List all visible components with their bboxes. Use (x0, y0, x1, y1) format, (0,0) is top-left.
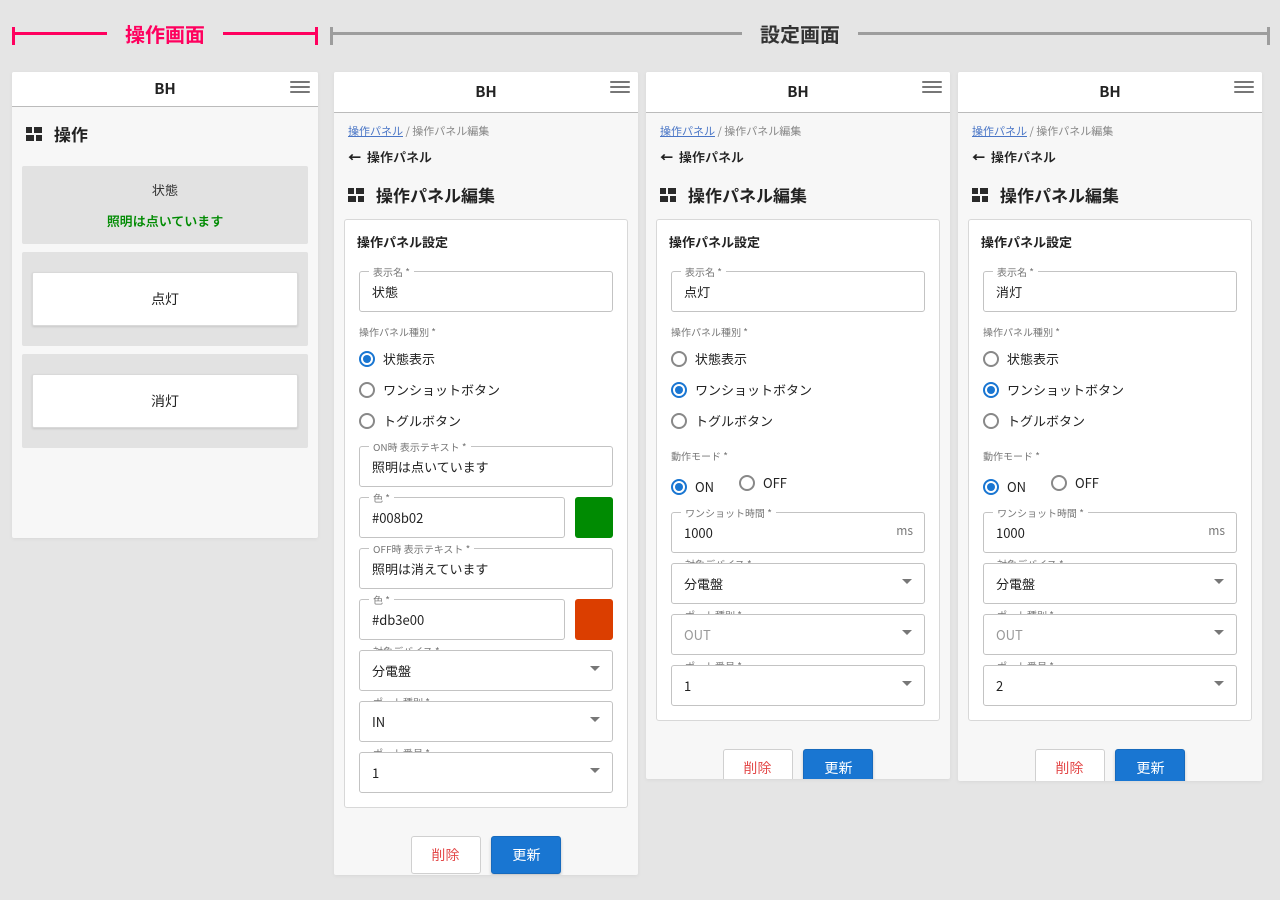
radio-oneshot[interactable]: ワンショットボタン (983, 380, 1124, 399)
menu-icon[interactable] (1234, 86, 1254, 98)
status-title: 状態 (32, 180, 298, 199)
radio-status[interactable]: 状態表示 (671, 349, 747, 368)
breadcrumb-leaf: 操作パネル編集 (412, 123, 489, 139)
delete-button[interactable]: 削除 (1035, 749, 1105, 781)
dashboard-icon (972, 188, 990, 202)
port-type-select[interactable]: OUT (671, 614, 925, 655)
target-device-select[interactable]: 分電盤 (983, 563, 1237, 604)
panel-type-label: 操作パネル種別 * (983, 324, 1237, 339)
appbar: BH (334, 72, 638, 113)
page-title: 操作パネル編集 (376, 182, 495, 207)
mode-radios: ON OFF (983, 467, 1237, 502)
panel-settings-title: 操作パネル設定 (345, 220, 627, 261)
oneshot-button[interactable]: 消灯 (32, 374, 298, 428)
target-device-select[interactable]: 分電盤 (359, 650, 613, 691)
menu-icon[interactable] (922, 86, 942, 98)
panel-settings-box: 操作パネル設定 表示名 *状態 操作パネル種別 * 状態表示 ワンショットボタン… (344, 219, 628, 808)
appbar: BH (958, 72, 1262, 113)
cell-settings-oneshot-on: BH 操作パネル / 操作パネル編集 ←操作パネル 操作パネル編集 操作パネル設… (646, 72, 950, 779)
panel-type-radios: 状態表示 ワンショットボタン トグルボタン (359, 343, 613, 436)
page-title: 操作 (54, 121, 88, 146)
update-button[interactable]: 更新 (1115, 749, 1185, 781)
page-title: 操作パネル編集 (688, 182, 807, 207)
panel-settings-box: 操作パネル設定 表示名 *点灯 操作パネル種別 * 状態表示 ワンショットボタン… (656, 219, 940, 721)
panel-type-label: 操作パネル種別 * (359, 324, 613, 339)
panel-type-label: 操作パネル種別 * (671, 324, 925, 339)
port-no-select[interactable]: 1 (671, 665, 925, 706)
radio-status[interactable]: 状態表示 (359, 349, 435, 368)
off-color-swatch[interactable] (575, 599, 613, 640)
breadcrumb-root[interactable]: 操作パネル (660, 123, 715, 139)
breadcrumb-leaf: 操作パネル編集 (1036, 123, 1113, 139)
config-group-label: 設定画面 (742, 19, 858, 48)
radio-toggle[interactable]: トグルボタン (359, 411, 461, 430)
radio-oneshot[interactable]: ワンショットボタン (671, 380, 812, 399)
port-type-select[interactable]: IN (359, 701, 613, 742)
breadcrumb-root[interactable]: 操作パネル (972, 123, 1027, 139)
config-group-header: 設定画面 (330, 12, 1270, 52)
target-device-select[interactable]: 分電盤 (671, 563, 925, 604)
radio-toggle[interactable]: トグルボタン (671, 411, 773, 430)
appbar: BH (12, 72, 318, 107)
back-link[interactable]: ←操作パネル (958, 141, 1262, 176)
brand: BH (475, 81, 497, 102)
status-text: 照明は点いています (32, 211, 298, 230)
update-button[interactable]: 更新 (803, 749, 873, 779)
breadcrumb: 操作パネル / 操作パネル編集 (958, 113, 1262, 141)
menu-icon[interactable] (290, 86, 310, 98)
breadcrumb-root[interactable]: 操作パネル (348, 123, 403, 139)
radio-mode-on[interactable]: ON (671, 477, 714, 496)
arrow-left-icon: ← (348, 147, 361, 166)
panel-settings-box: 操作パネル設定 表示名 *消灯 操作パネル種別 * 状態表示 ワンショットボタン… (968, 219, 1252, 721)
mode-label: 動作モード * (983, 448, 1237, 463)
dashboard-icon (348, 188, 366, 202)
back-link[interactable]: ←操作パネル (646, 141, 950, 176)
radio-mode-off[interactable]: OFF (739, 473, 787, 492)
page-title: 操作パネル編集 (1000, 182, 1119, 207)
ms-suffix: ms (1208, 522, 1225, 539)
radio-toggle[interactable]: トグルボタン (983, 411, 1085, 430)
brand: BH (787, 81, 809, 102)
radio-mode-on[interactable]: ON (983, 477, 1026, 496)
arrow-left-icon: ← (660, 147, 673, 166)
port-type-select[interactable]: OUT (983, 614, 1237, 655)
dashboard-icon (660, 188, 678, 202)
menu-icon[interactable] (610, 86, 630, 98)
cell-settings-oneshot-off: BH 操作パネル / 操作パネル編集 ←操作パネル 操作パネル編集 操作パネル設… (958, 72, 1262, 781)
oneshot-card: 消灯 (22, 354, 308, 448)
oneshot-card: 点灯 (22, 252, 308, 346)
cell-settings-status: BH 操作パネル / 操作パネル編集 ←操作パネル 操作パネル編集 操作パネル設… (334, 72, 638, 875)
arrow-left-icon: ← (972, 147, 985, 166)
mode-radios: ON OFF (671, 467, 925, 502)
operation-group-label: 操作画面 (107, 19, 223, 48)
status-card: 状態 照明は点いています (22, 166, 308, 244)
brand: BH (1099, 81, 1121, 102)
mode-label: 動作モード * (671, 448, 925, 463)
radio-oneshot[interactable]: ワンショットボタン (359, 380, 500, 399)
back-link[interactable]: ←操作パネル (334, 141, 638, 176)
brand: BH (154, 78, 176, 99)
breadcrumb: 操作パネル / 操作パネル編集 (334, 113, 638, 141)
breadcrumb-leaf: 操作パネル編集 (724, 123, 801, 139)
radio-mode-off[interactable]: OFF (1051, 473, 1099, 492)
panel-settings-title: 操作パネル設定 (657, 220, 939, 261)
port-no-select[interactable]: 2 (983, 665, 1237, 706)
panel-settings-title: 操作パネル設定 (969, 220, 1251, 261)
dashboard-icon (26, 127, 44, 141)
ms-suffix: ms (896, 522, 913, 539)
breadcrumb: 操作パネル / 操作パネル編集 (646, 113, 950, 141)
delete-button[interactable]: 削除 (723, 749, 793, 779)
radio-status[interactable]: 状態表示 (983, 349, 1059, 368)
on-color-swatch[interactable] (575, 497, 613, 538)
panel-type-radios: 状態表示 ワンショットボタン トグルボタン (983, 343, 1237, 436)
oneshot-button[interactable]: 点灯 (32, 272, 298, 326)
port-no-select[interactable]: 1 (359, 752, 613, 793)
delete-button[interactable]: 削除 (411, 836, 481, 874)
appbar: BH (646, 72, 950, 113)
update-button[interactable]: 更新 (491, 836, 561, 874)
cell-operation: BH 操作 状態 照明は点いています 点灯 消灯 (12, 72, 318, 538)
operation-group-header: 操作画面 (12, 12, 318, 52)
panel-type-radios: 状態表示 ワンショットボタン トグルボタン (671, 343, 925, 436)
